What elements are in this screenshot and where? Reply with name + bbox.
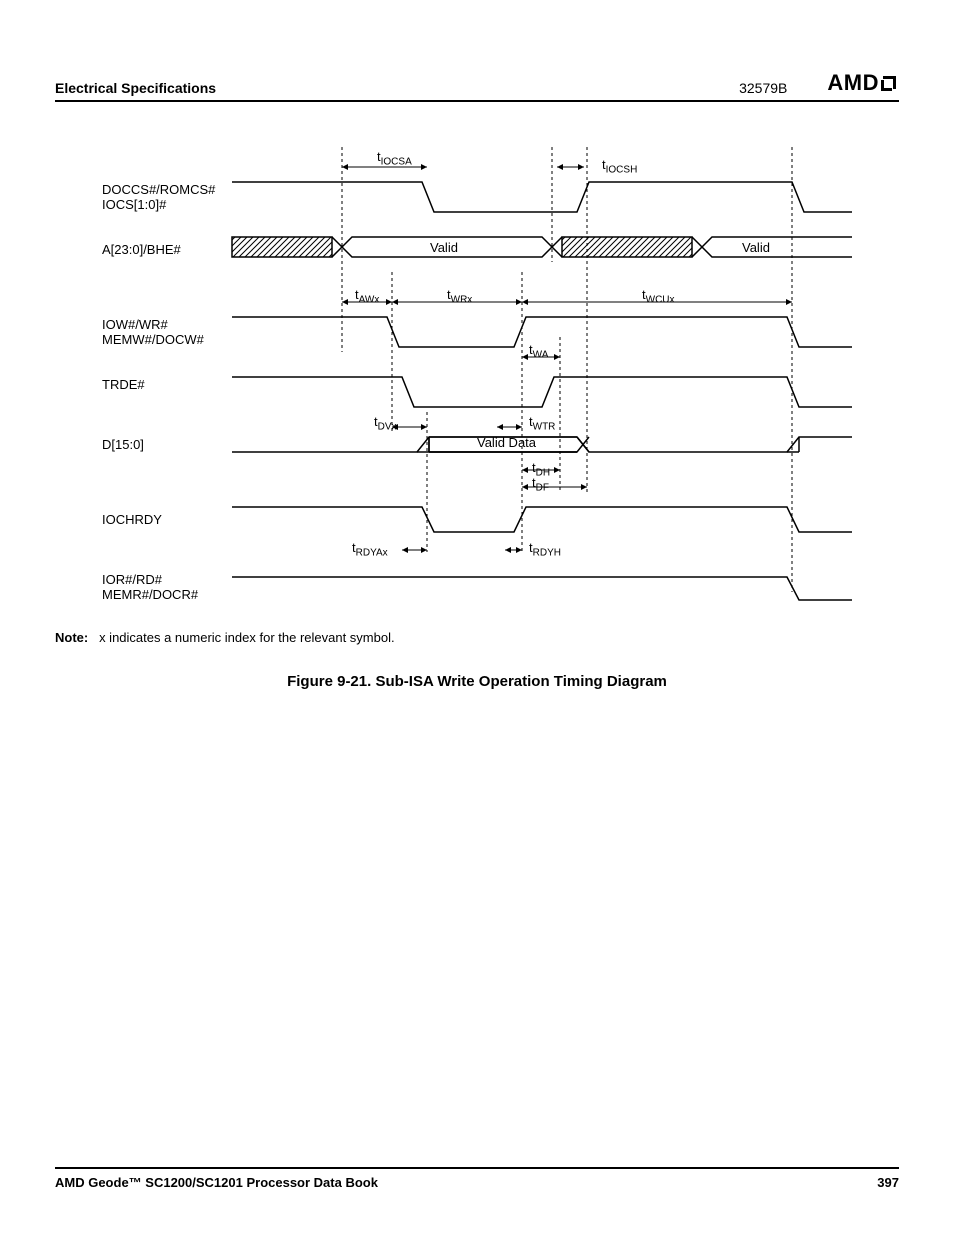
- page-footer: AMD Geode™ SC1200/SC1201 Processor Data …: [55, 1167, 899, 1190]
- header-docnum: 32579B: [739, 80, 787, 96]
- header-section: Electrical Specifications: [55, 80, 216, 96]
- timing-svg: [102, 142, 852, 612]
- page-header: Electrical Specifications 32579B AMD: [55, 70, 899, 102]
- timing-diagram: DOCCS#/ROMCS#IOCS[1:0]# A[23:0]/BHE# IOW…: [102, 142, 852, 612]
- figure-area: DOCCS#/ROMCS#IOCS[1:0]# A[23:0]/BHE# IOW…: [55, 142, 899, 690]
- figure-note: Note: x indicates a numeric index for th…: [55, 630, 899, 645]
- amd-logo-icon: [881, 74, 899, 92]
- footer-title: AMD Geode™ SC1200/SC1201 Processor Data …: [55, 1175, 378, 1190]
- figure-caption: Figure 9-21. Sub-ISA Write Operation Tim…: [55, 673, 899, 690]
- note-prefix: Note:: [55, 630, 88, 645]
- footer-pagenum: 397: [877, 1175, 899, 1190]
- note-text: x indicates a numeric index for the rele…: [99, 630, 395, 645]
- amd-logo: AMD: [827, 70, 899, 96]
- amd-logo-text: AMD: [827, 70, 879, 96]
